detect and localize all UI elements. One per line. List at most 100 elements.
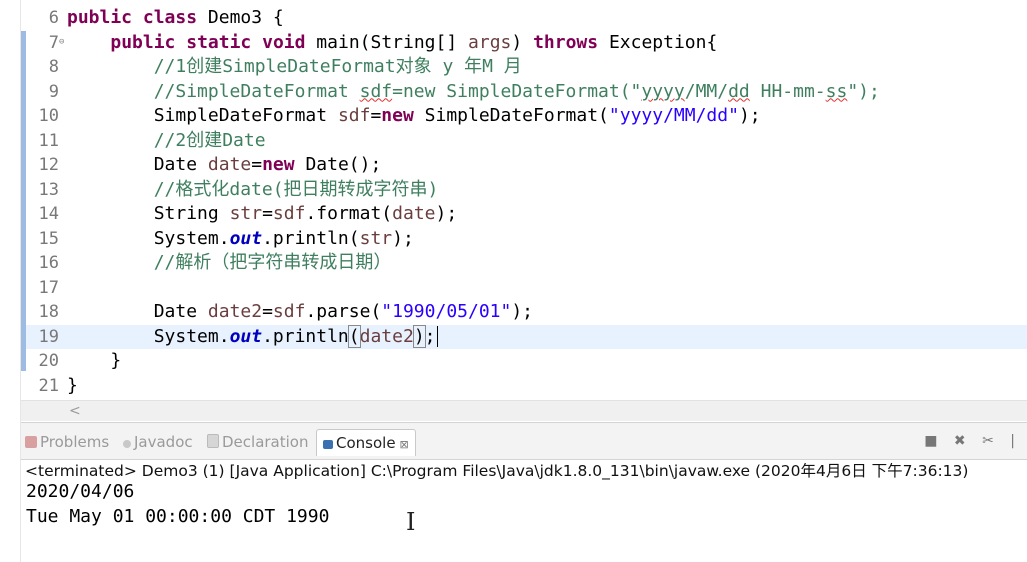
- text-cursor-ibeam-icon: I: [406, 508, 416, 536]
- code-line[interactable]: 11 //2创建Date: [21, 129, 1027, 154]
- code-token: ;: [424, 325, 436, 347]
- code-token: out: [229, 325, 263, 347]
- code-text[interactable]: public class Demo3 {: [67, 6, 284, 30]
- close-tab-icon[interactable]: ⊠: [400, 438, 409, 451]
- code-line[interactable]: 14 String str=sdf.format(date);: [21, 202, 1027, 227]
- code-text[interactable]: //1创建SimpleDateFormat对象 y 年M 月: [67, 55, 522, 79]
- console-output-line: Tue May 01 00:00:00 CDT 1990: [26, 506, 330, 527]
- code-text[interactable]: System.out.println(str);: [67, 227, 414, 251]
- problems-icon: [25, 436, 37, 448]
- console-toolbar-icons[interactable]: ■ ✖ ✂ |: [924, 433, 1021, 449]
- tab-javadoc[interactable]: Javadoc: [123, 431, 193, 453]
- code-editor[interactable]: 6 public class Demo3 {7 ⊖ public static vo…: [21, 0, 1027, 422]
- line-number: 21: [38, 375, 59, 396]
- code-token: public: [110, 31, 176, 53]
- code-text[interactable]: //SimpleDateFormat sdf=new SimpleDateFor…: [67, 80, 880, 104]
- code-token: //1创建SimpleDateFormat对象 y 年M 月: [153, 56, 522, 77]
- code-line[interactable]: 10 SimpleDateFormat sdf=new SimpleDateFo…: [21, 104, 1027, 129]
- code-line[interactable]: 21}: [21, 374, 1027, 399]
- code-text[interactable]: }: [67, 374, 78, 398]
- code-token: "1990/05/01": [381, 301, 512, 322]
- code-token: System.: [67, 325, 230, 347]
- code-token: new: [262, 154, 295, 175]
- code-line[interactable]: 13 //格式化date(把日期转成字符串): [21, 178, 1027, 203]
- code-text[interactable]: String str=sdf.format(date);: [67, 202, 458, 226]
- code-token: Exception{: [598, 31, 718, 53]
- code-line[interactable]: 6 public class Demo3 {: [21, 6, 1027, 31]
- code-token: public: [67, 7, 133, 28]
- code-line[interactable]: 18 Date date2=sdf.parse("1990/05/01");: [21, 300, 1027, 325]
- code-text[interactable]: SimpleDateFormat sdf=new SimpleDateForma…: [67, 104, 761, 128]
- code-text[interactable]: }: [67, 349, 121, 373]
- code-token: void: [262, 31, 306, 53]
- code-token: sdf: [272, 203, 306, 224]
- code-line[interactable]: 8 //1创建SimpleDateFormat对象 y 年M 月: [21, 55, 1027, 80]
- code-line[interactable]: 19 System.out.println(date2);: [21, 324, 1027, 349]
- code-text[interactable]: //格式化date(把日期转成字符串): [67, 178, 439, 202]
- code-line[interactable]: 20 }: [21, 349, 1027, 374]
- console-panel: Problems Javadoc Declaration Console ⊠ ■ …: [21, 422, 1027, 562]
- code-token: .println: [262, 325, 349, 347]
- line-number: 13: [38, 179, 59, 200]
- code-token: out: [229, 227, 263, 249]
- code-text[interactable]: Date date=new Date();: [67, 153, 382, 177]
- code-token: Demo3 {: [197, 7, 284, 28]
- code-token: str: [229, 203, 263, 224]
- line-number: 14: [38, 204, 59, 224]
- code-token: yyyy: [641, 80, 685, 102]
- line-number: 16: [38, 253, 59, 273]
- editor-horizontal-scrollbar[interactable]: <: [21, 400, 1027, 421]
- code-token: static: [186, 31, 252, 53]
- line-number: 19: [38, 326, 59, 347]
- code-token: //SimpleDateFormat: [153, 80, 360, 102]
- code-token: );: [738, 105, 761, 126]
- scroll-left-arrow-icon[interactable]: <: [69, 401, 81, 421]
- line-number: 20: [38, 351, 59, 371]
- tab-declaration[interactable]: Declaration: [207, 431, 308, 453]
- code-line[interactable]: 16 //解析（把字符串转成日期）: [21, 251, 1027, 276]
- code-token: Date: [67, 154, 208, 175]
- code-token: .parse(: [305, 301, 382, 322]
- code-text[interactable]: Date date2=sdf.parse("1990/05/01");: [67, 300, 533, 324]
- code-token: }: [67, 350, 122, 371]
- code-token: date: [392, 203, 436, 224]
- code-token: ): [412, 324, 426, 348]
- code-token: (: [347, 324, 361, 348]
- code-line[interactable]: 12 Date date=new Date();: [21, 153, 1027, 178]
- code-token: class: [142, 7, 198, 28]
- code-token: //2创建Date: [153, 129, 266, 151]
- code-token: throws: [533, 31, 599, 53]
- code-line[interactable]: 17: [21, 276, 1027, 301]
- tab-label: Console: [336, 434, 396, 452]
- code-token: );: [435, 203, 458, 224]
- code-token: sdf: [272, 301, 306, 322]
- tab-problems[interactable]: Problems: [25, 431, 109, 453]
- console-status-line: <terminated> Demo3 (1) [Java Application…: [25, 462, 969, 480]
- tab-console[interactable]: Console ⊠: [316, 429, 416, 456]
- code-token: String: [67, 203, 230, 224]
- code-token: HH-mm-: [749, 80, 826, 102]
- code-line[interactable]: 7 ⊖ public static void main(String[] args…: [21, 31, 1027, 56]
- code-token: );: [392, 227, 414, 249]
- code-token: "yyyy/MM/dd": [608, 105, 739, 126]
- code-token: =: [262, 203, 273, 224]
- code-token: args: [468, 31, 512, 53]
- line-number: 18: [38, 302, 59, 322]
- fold-collapse-icon[interactable]: ⊖: [59, 37, 64, 47]
- code-token: ");: [847, 80, 880, 102]
- code-line[interactable]: 9 //SimpleDateFormat sdf=new SimpleDateF…: [21, 80, 1027, 105]
- code-text[interactable]: System.out.println(date2);: [67, 324, 438, 349]
- code-text[interactable]: public static void main(String[] args) t…: [67, 31, 717, 55]
- code-text[interactable]: //2创建Date: [67, 129, 266, 153]
- line-number: 6: [48, 8, 59, 28]
- code-line[interactable]: 15 System.out.println(str);: [21, 227, 1027, 252]
- code-token: .format(: [305, 203, 393, 224]
- code-text[interactable]: //解析（把字符串转成日期）: [67, 251, 392, 275]
